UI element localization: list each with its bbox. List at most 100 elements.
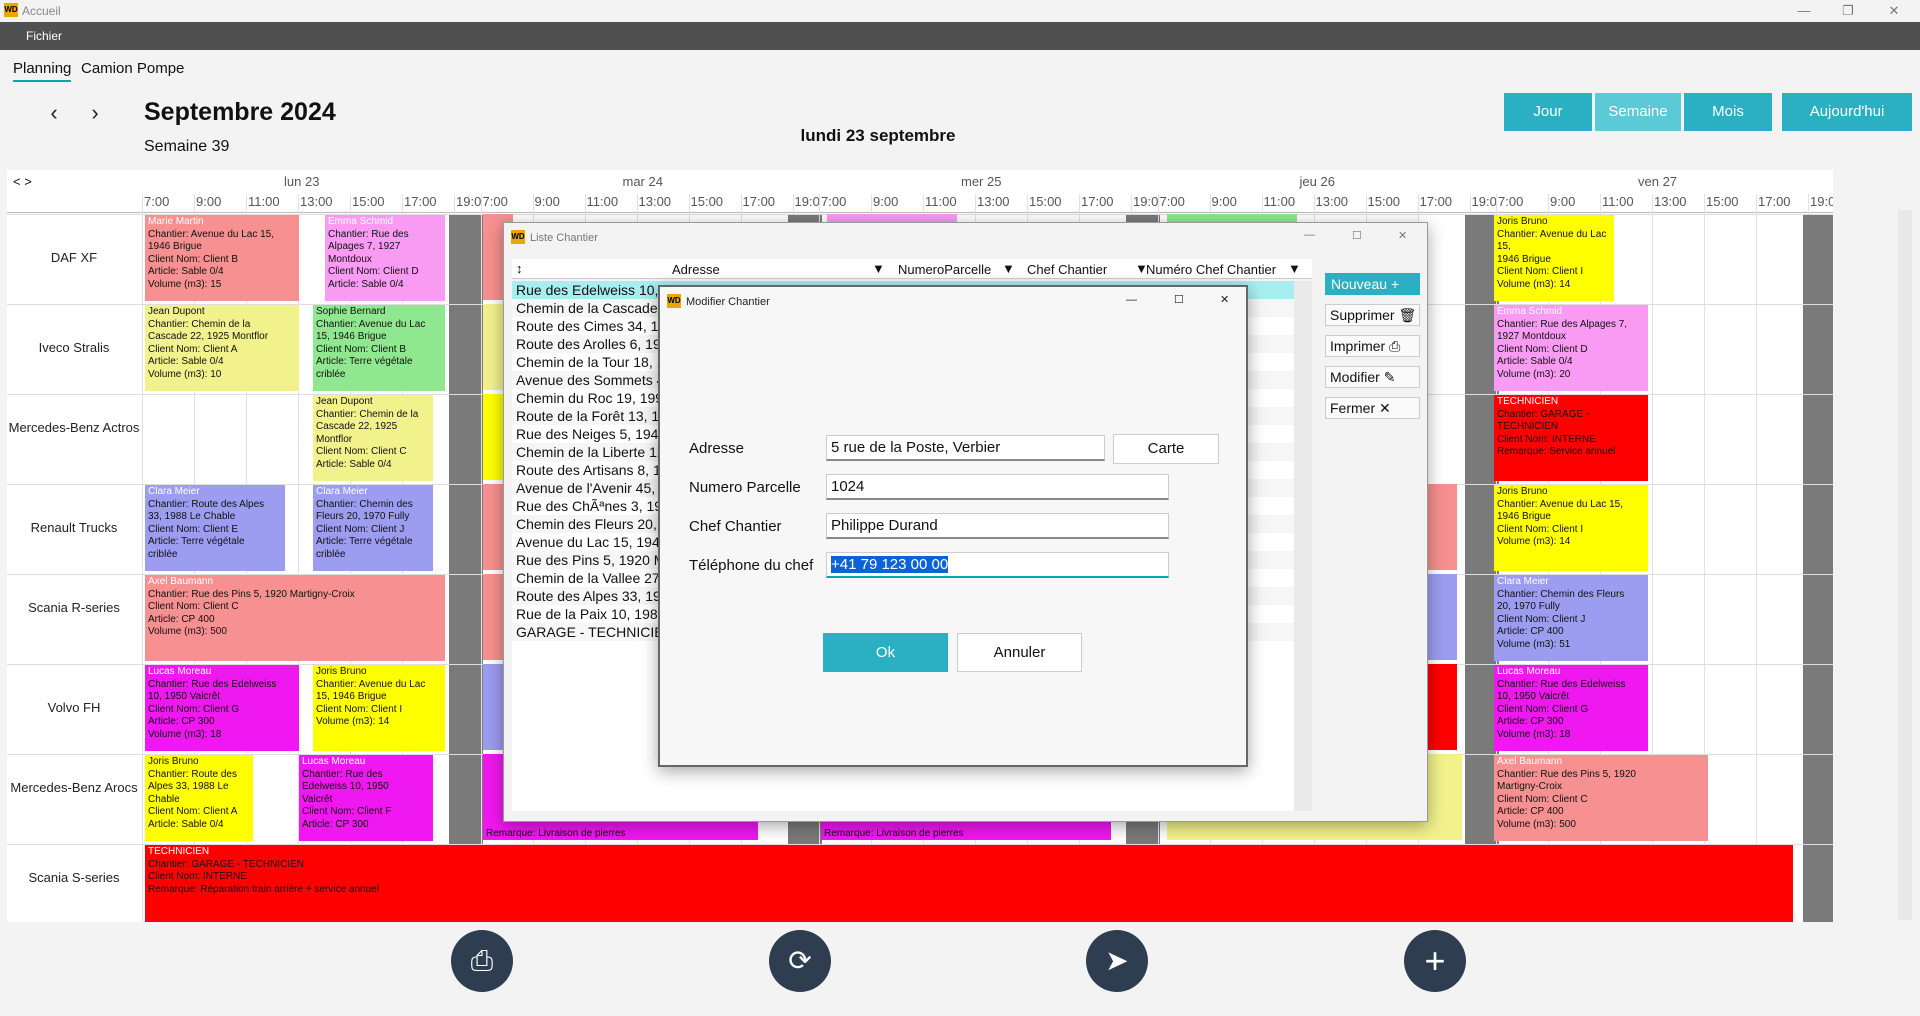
event-block[interactable]	[483, 484, 503, 570]
view-semaine-button[interactable]: Semaine	[1595, 93, 1681, 131]
col-numero-chef[interactable]: Numéro Chef Chantier	[1146, 262, 1276, 277]
adresse-field[interactable]: 5 rue de la Poste, Verbier	[826, 435, 1105, 461]
parcelle-field[interactable]: 1024	[826, 474, 1169, 500]
event-block[interactable]	[827, 214, 957, 222]
grid-nav-arrows[interactable]: < >	[13, 174, 32, 189]
sort-icon[interactable]: ↕	[516, 261, 523, 276]
next-chevron-icon[interactable]: ›	[83, 100, 107, 126]
event-block[interactable]: Clara Meier Chantier: Route des Alpes 33, …	[145, 485, 285, 571]
modifier-label: Modifier	[1330, 369, 1380, 385]
event-detail: Article: Sable 0/4	[148, 266, 224, 277]
filter-icon[interactable]: ▼	[1002, 261, 1015, 276]
hour-label: 17:00	[1081, 194, 1114, 209]
vertical-scrollbar[interactable]	[1898, 210, 1912, 920]
event-person: Emma Schmid	[1497, 306, 1563, 317]
carte-button[interactable]: Carte	[1113, 434, 1219, 464]
hour-label: 7:00	[144, 194, 170, 209]
chef-field[interactable]: Philippe Durand	[826, 513, 1169, 539]
event-block[interactable]	[483, 304, 503, 390]
event-detail: Chantier: Avenue du Lac	[316, 318, 426, 330]
event-block[interactable]: Sophie Bernard Chantier: Avenue du Lac 15,…	[313, 305, 445, 391]
previous-chevron-icon[interactable]: ‹	[42, 100, 66, 126]
refresh-icon[interactable]: ⟳	[769, 930, 831, 992]
imprimer-button[interactable]: Imprimer ⎙	[1325, 335, 1420, 357]
event-block[interactable]: Marie Martin Chantier: Avenue du Lac 15, 1…	[145, 215, 299, 301]
event-person: Clara Meier	[316, 486, 368, 497]
print-icon[interactable]: ⎙	[451, 930, 513, 992]
tab-camion-pompe[interactable]: Camion Pompe	[81, 60, 184, 77]
imprimer-label: Imprimer	[1330, 338, 1386, 354]
event-block[interactable]: Jean Dupont Chantier: Chemin de la Cascade…	[313, 395, 433, 481]
add-icon[interactable]: +	[1404, 930, 1466, 992]
event-detail: Article: Sable 0/4	[148, 818, 224, 830]
event-block[interactable]: Clara Meier Chantier: Chemin des Fleurs 20…	[313, 485, 433, 571]
col-chef[interactable]: Chef Chantier	[1027, 262, 1107, 277]
today-button[interactable]: Aujourd'hui	[1782, 93, 1912, 131]
event-block[interactable]: Axel Baumann Chantier: Rue des Pins 5, 19…	[145, 575, 445, 661]
view-mois-button[interactable]: Mois	[1684, 93, 1772, 131]
event-detail: Volume (m3): 14	[1497, 278, 1571, 290]
event-block[interactable]: Joris Bruno Chantier: Avenue du Lac 15, 19…	[313, 665, 445, 751]
modifier-button[interactable]: Modifier ✎	[1325, 366, 1420, 388]
hour-label: 9:00	[1211, 194, 1237, 209]
event-block[interactable]: TECHNICIEN Chantier: GARAGE - TECHNICIEN C…	[145, 845, 1793, 922]
event-block[interactable]: TECHNICIEN Chantier: GARAGE - TECHNICIEN Cl…	[1494, 395, 1648, 481]
hour-label: 9:00	[196, 194, 222, 209]
event-detail: Chantier: Route des Alpes	[148, 498, 265, 510]
close-icon[interactable]: ✕	[1884, 2, 1904, 20]
close-icon[interactable]: ✕	[1398, 229, 1407, 242]
maximize-icon[interactable]: ☐	[1352, 229, 1362, 242]
col-parcelle[interactable]: NumeroParcelle	[898, 262, 991, 277]
annuler-button[interactable]: Annuler	[957, 633, 1082, 672]
event-block[interactable]: Lucas Moreau Chantier: Rue des Edelweiss 1…	[299, 755, 433, 841]
day-header: ven 27	[1638, 174, 1678, 189]
event-block[interactable]: Clara Meier Chantier: Chemin des Fleurs 20…	[1494, 575, 1648, 661]
ok-button[interactable]: Ok	[823, 633, 948, 672]
tel-field[interactable]: +41 79 123 00 00	[826, 552, 1169, 578]
header-divider	[7, 212, 1833, 213]
event-block[interactable]: Jean Dupont Chantier: Chemin de la Cascade…	[145, 305, 299, 391]
nouveau-button[interactable]: Nouveau +	[1325, 273, 1420, 295]
filter-icon[interactable]: ▼	[1288, 261, 1301, 276]
minimize-icon[interactable]: —	[1794, 2, 1814, 20]
event-block[interactable]: Emma Schmid Chantier: Rue des Alpages 7, 1…	[1494, 305, 1648, 391]
event-block[interactable]	[483, 664, 503, 750]
event-block[interactable]: Joris Bruno Chantier: Avenue du Lac 15, 19…	[1494, 215, 1614, 301]
event-block[interactable]: Lucas Moreau Chantier: Rue des Edelweiss 1…	[145, 665, 299, 751]
hour-label: 11:00	[586, 194, 619, 209]
event-detail: TECHNICIEN	[1497, 421, 1559, 432]
event-detail: Client Nom: Client C	[148, 601, 239, 612]
restore-icon[interactable]: ❐	[1838, 2, 1858, 20]
event-block[interactable]	[1167, 214, 1297, 222]
hour-label: 13:00	[300, 194, 333, 209]
event-block[interactable]	[483, 394, 503, 480]
hour-label: 7:00	[821, 194, 847, 209]
fermer-button[interactable]: Fermer ✕	[1325, 397, 1420, 419]
event-detail: 20, 1970 Fully	[1497, 601, 1560, 612]
supprimer-button[interactable]: Supprimer 🗑	[1325, 304, 1420, 326]
event-remark: Remarque: Livraison de pierres	[824, 828, 964, 839]
col-adresse[interactable]: Adresse	[672, 262, 720, 277]
filter-icon[interactable]: ▼	[872, 261, 885, 276]
event-block[interactable]: Axel Baumann Chantier: Rue des Pins 5, 19…	[1494, 755, 1708, 841]
event-block[interactable]: Lucas Moreau Chantier: Rue des Edelweiss 1…	[1494, 665, 1648, 751]
minimize-icon[interactable]: —	[1126, 294, 1137, 306]
event-person: Axel Baumann	[148, 576, 214, 587]
event-detail: Chantier: Rue des Alpages 7,	[1497, 318, 1628, 330]
maximize-icon[interactable]: ☐	[1174, 293, 1184, 306]
event-block[interactable]: Emma Schmid Chantier: Rue des Alpages 7, 1…	[325, 215, 445, 301]
event-detail: Volume (m3): 20	[1497, 368, 1571, 380]
view-jour-button[interactable]: Jour	[1504, 93, 1592, 131]
event-block[interactable]: Joris Bruno Chantier: Avenue du Lac 15, 19…	[1494, 485, 1648, 571]
close-icon[interactable]: ✕	[1220, 293, 1229, 306]
minimize-icon[interactable]: —	[1304, 229, 1315, 241]
event-detail: Chantier: Chemin de la	[316, 408, 419, 420]
list-scrollbar[interactable]	[1294, 281, 1312, 811]
event-block[interactable]	[483, 574, 503, 660]
event-person: Joris Bruno	[1497, 486, 1548, 497]
menu-fichier[interactable]: Fichier	[26, 29, 62, 43]
cursor-icon[interactable]: ➤	[1086, 930, 1148, 992]
event-detail: 15, 1946 Brigue	[316, 691, 387, 702]
tab-planning[interactable]: Planning	[13, 60, 72, 82]
event-block[interactable]: Joris Bruno Chantier: Route des Alpes 33, …	[145, 755, 253, 841]
